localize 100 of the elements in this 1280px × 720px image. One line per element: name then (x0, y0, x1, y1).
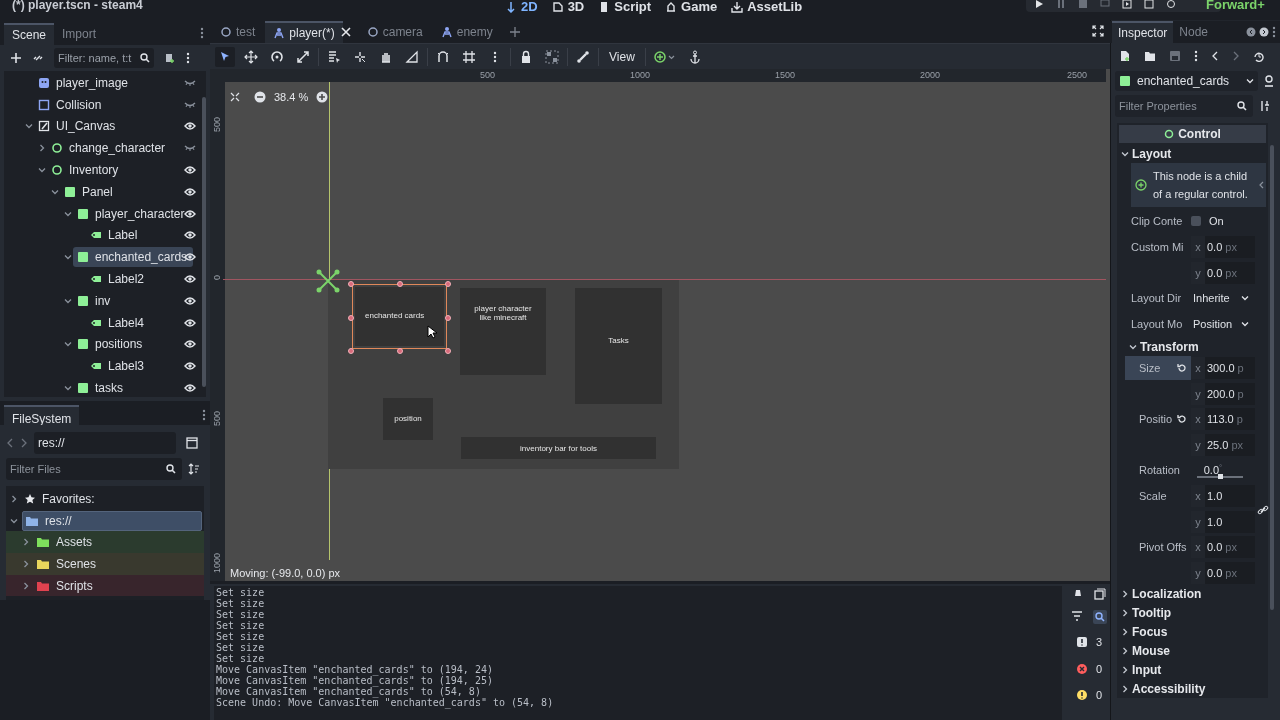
resize-handle[interactable] (445, 314, 451, 321)
move-icon[interactable] (244, 49, 258, 64)
value-field[interactable]: x 0.0 px (1191, 236, 1255, 258)
pause-icon[interactable] (1056, 0, 1066, 9)
section-header[interactable]: Tooltip (1117, 603, 1268, 622)
resize-handle[interactable] (396, 281, 403, 287)
tree-item[interactable]: positions (73, 334, 149, 355)
eye-icon[interactable] (184, 295, 196, 306)
tree-item[interactable]: player_character (73, 203, 191, 224)
workspace-tab[interactable]: 2D (505, 0, 538, 17)
editor-tab[interactable]: test (212, 21, 264, 43)
play-custom-icon[interactable] (1144, 0, 1154, 9)
scrollbar[interactable] (1270, 145, 1274, 610)
copy-icon[interactable] (1094, 588, 1106, 600)
chevron-left-icon[interactable] (1258, 181, 1264, 189)
value-field[interactable]: y 0.0 px (1191, 262, 1255, 284)
ruler-icon[interactable] (405, 49, 419, 64)
warning-filter-button[interactable]: 0 (1075, 687, 1103, 704)
workspace-tab[interactable]: Script (598, 0, 652, 17)
eye-icon[interactable] (184, 121, 196, 132)
layout-icon[interactable] (186, 437, 198, 449)
chevron-down-icon[interactable] (63, 209, 72, 218)
tree-item[interactable]: Label3 (86, 356, 151, 377)
workspace-tab[interactable]: 3D (551, 0, 585, 17)
sort-icon[interactable] (188, 463, 200, 475)
section-header[interactable]: Layout (1117, 144, 1268, 163)
tree-item[interactable]: Panel (60, 181, 119, 202)
eye-icon[interactable] (184, 317, 196, 328)
fullscreen-icon[interactable] (1092, 25, 1104, 37)
tree-item[interactable]: Inventory (47, 160, 125, 181)
renderer-label[interactable]: Forward+ (1206, 0, 1265, 15)
movie-icon[interactable] (1166, 0, 1176, 9)
section-header[interactable]: Accessibility (1117, 679, 1268, 698)
tree-item[interactable]: Label (86, 225, 144, 246)
tree-item[interactable]: UI_Canvas (34, 116, 122, 137)
value-field[interactable]: x 300.0 p (1191, 357, 1255, 379)
value-field[interactable]: y 200.0 p (1191, 383, 1255, 405)
zoom-in-icon[interactable] (316, 91, 329, 104)
slider-thumb[interactable] (1218, 474, 1223, 479)
closed-eye-icon[interactable] (184, 143, 196, 154)
search-icon[interactable] (1093, 610, 1107, 624)
value-field[interactable]: x 1.0 (1191, 485, 1255, 507)
play-icon[interactable] (1034, 0, 1044, 9)
script-add-icon[interactable] (164, 52, 176, 64)
filter-field[interactable]: Filter: name, t:t (54, 48, 154, 68)
editor-tab[interactable]: enemy (432, 21, 501, 43)
dock-tab[interactable]: Scene (4, 23, 55, 45)
chevron-right-icon[interactable] (10, 494, 18, 503)
more-icon[interactable] (1272, 26, 1276, 38)
lock-icon[interactable] (519, 49, 533, 64)
section-header[interactable]: Mouse (1117, 641, 1268, 660)
close-icon[interactable] (340, 27, 351, 37)
section-header[interactable]: Input (1117, 660, 1268, 679)
chevron-right-icon[interactable] (37, 144, 46, 153)
eye-icon[interactable] (184, 361, 196, 372)
bone-icon[interactable] (576, 49, 590, 64)
workspace-tab[interactable]: Game (665, 0, 718, 17)
eye-icon[interactable] (184, 165, 196, 176)
eye-icon[interactable] (184, 230, 196, 241)
checkbox[interactable]: On (1191, 210, 1268, 232)
chevron-right-icon[interactable] (22, 581, 30, 590)
file-item[interactable]: res:// (22, 510, 202, 531)
tools-icon[interactable] (1259, 100, 1271, 112)
editor-tab[interactable]: player(*) (265, 21, 343, 43)
dock-tab[interactable]: Node (1173, 21, 1215, 43)
section-header[interactable]: Transform (1117, 337, 1268, 356)
help-icon[interactable] (1262, 74, 1276, 88)
chevron-down-icon[interactable] (50, 187, 59, 196)
chevron-down-icon[interactable] (10, 516, 18, 525)
new-resource-icon[interactable] (1119, 50, 1131, 62)
chevron-right-icon[interactable] (22, 538, 30, 547)
resize-handle[interactable] (396, 348, 403, 354)
node-selector[interactable]: enchanted_cards (1115, 71, 1258, 91)
snap-icon[interactable] (436, 49, 450, 64)
resize-handle[interactable] (445, 281, 451, 287)
path-field[interactable]: res:// (34, 432, 176, 454)
zoom-level[interactable]: 38.4 % (274, 89, 309, 106)
revert-icon[interactable] (1177, 414, 1187, 424)
chevron-down-icon[interactable] (63, 253, 72, 262)
play-scene-icon[interactable] (1122, 0, 1132, 9)
error-filter-button[interactable]: 0 (1075, 660, 1103, 677)
workspace-tab[interactable]: AssetLib (731, 0, 803, 17)
eye-icon[interactable] (184, 186, 196, 197)
resize-handle[interactable] (348, 314, 354, 321)
section-header[interactable]: Localization (1117, 584, 1268, 603)
chevron-down-icon[interactable] (24, 122, 33, 131)
scale-icon[interactable] (296, 49, 310, 64)
add-icon[interactable] (10, 52, 22, 64)
more-icon[interactable] (200, 27, 204, 39)
dock-tab[interactable]: Inspector (1112, 21, 1174, 43)
filter-icon[interactable] (1071, 610, 1083, 624)
open-folder-icon[interactable] (1144, 50, 1156, 62)
value-field[interactable]: y 0.0 px (1191, 562, 1255, 584)
dock-right-icon[interactable] (1259, 27, 1269, 37)
grid-icon[interactable] (462, 49, 476, 64)
filter-field[interactable]: Filter Files (6, 458, 182, 480)
tree-item[interactable]: tasks (73, 378, 129, 397)
tree-item[interactable]: Label4 (86, 312, 151, 333)
history-icon[interactable] (1253, 50, 1265, 62)
position-add-icon[interactable] (653, 49, 676, 64)
